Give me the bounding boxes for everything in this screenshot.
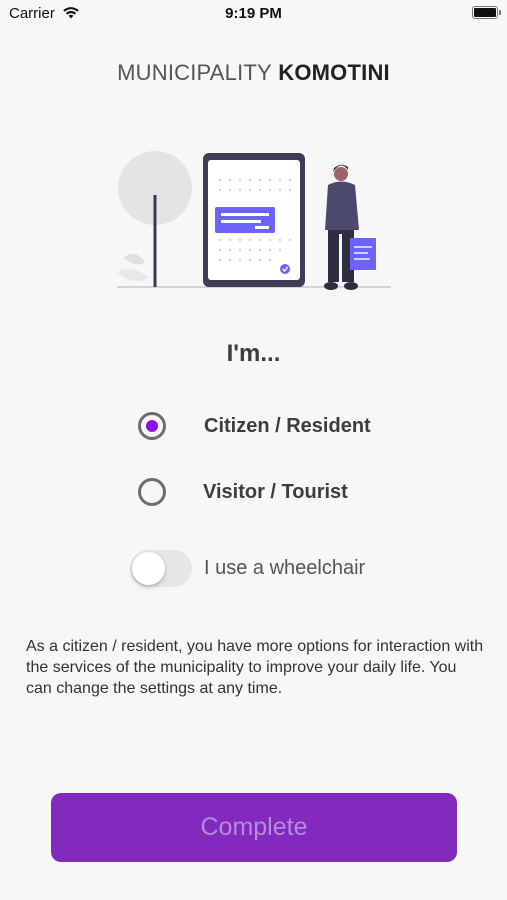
app-brand: MUNICIPALITY KOMOTINI: [0, 60, 507, 86]
option-visitor-tourist[interactable]: Visitor / Tourist: [138, 478, 348, 506]
radio-citizen-resident[interactable]: [138, 412, 166, 440]
battery-icon: [472, 6, 501, 19]
option-citizen-resident[interactable]: Citizen / Resident: [138, 412, 371, 440]
person-with-tablet-illustration: [117, 151, 391, 290]
option-label-citizen: Citizen / Resident: [204, 414, 371, 437]
radio-visitor-tourist[interactable]: [138, 478, 166, 506]
complete-button[interactable]: Complete: [51, 793, 457, 862]
role-question-heading: I'm...: [226, 340, 281, 367]
wheelchair-toggle[interactable]: [130, 550, 192, 587]
status-bar: Carrier 9:19 PM: [0, 0, 507, 28]
wheelchair-row: I use a wheelchair: [130, 550, 365, 587]
brand-municipality: MUNICIPALITY: [117, 60, 272, 85]
role-description: As a citizen / resident, you have more o…: [26, 638, 484, 697]
wheelchair-label: I use a wheelchair: [204, 557, 366, 579]
status-time: 9:19 PM: [225, 5, 282, 22]
toggle-knob: [132, 552, 165, 585]
option-label-visitor: Visitor / Tourist: [203, 480, 348, 503]
brand-city: KOMOTINI: [278, 60, 390, 85]
